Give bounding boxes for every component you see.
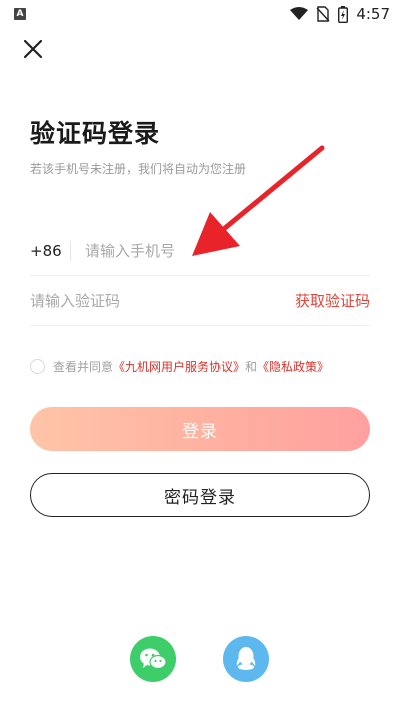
annotation-arrow [192,145,325,256]
code-row: 获取验证码 [30,276,370,326]
get-code-button[interactable]: 获取验证码 [295,290,370,311]
page-subtitle: 若该手机号未注册，我们将自动为您注册 [30,162,247,176]
no-sim-icon [316,6,330,22]
password-login-button[interactable]: 密码登录 [30,473,370,517]
agreement-prefix: 查看并同意 [53,360,114,374]
qq-icon [236,647,256,670]
wechat-icon [140,648,167,670]
terms-link[interactable]: 《九机网用户服务协议》 [113,358,245,375]
status-bar: A 4:57 [0,0,400,28]
country-code[interactable]: +86 [30,242,70,260]
phone-row: +86 [30,226,370,276]
divider [70,240,71,261]
wifi-icon [290,7,309,20]
agree-checkbox[interactable] [30,359,45,374]
login-button[interactable]: 登录 [30,407,370,451]
page-title: 验证码登录 [30,119,161,148]
wechat-login-button[interactable] [130,636,176,682]
code-input[interactable] [30,291,295,310]
agreement: 查看并同意 《九机网用户服务协议》 和 《隐私政策》 [30,358,329,375]
qq-login-button[interactable] [223,636,269,682]
battery-icon [338,5,349,23]
privacy-link[interactable]: 《隐私政策》 [257,358,329,375]
app-notification-icon: A [14,8,26,20]
close-icon[interactable] [22,38,44,60]
status-icons: 4:57 [290,4,390,24]
clock: 4:57 [356,5,390,23]
phone-input[interactable] [85,241,370,260]
agreement-connector: 和 [245,360,258,374]
